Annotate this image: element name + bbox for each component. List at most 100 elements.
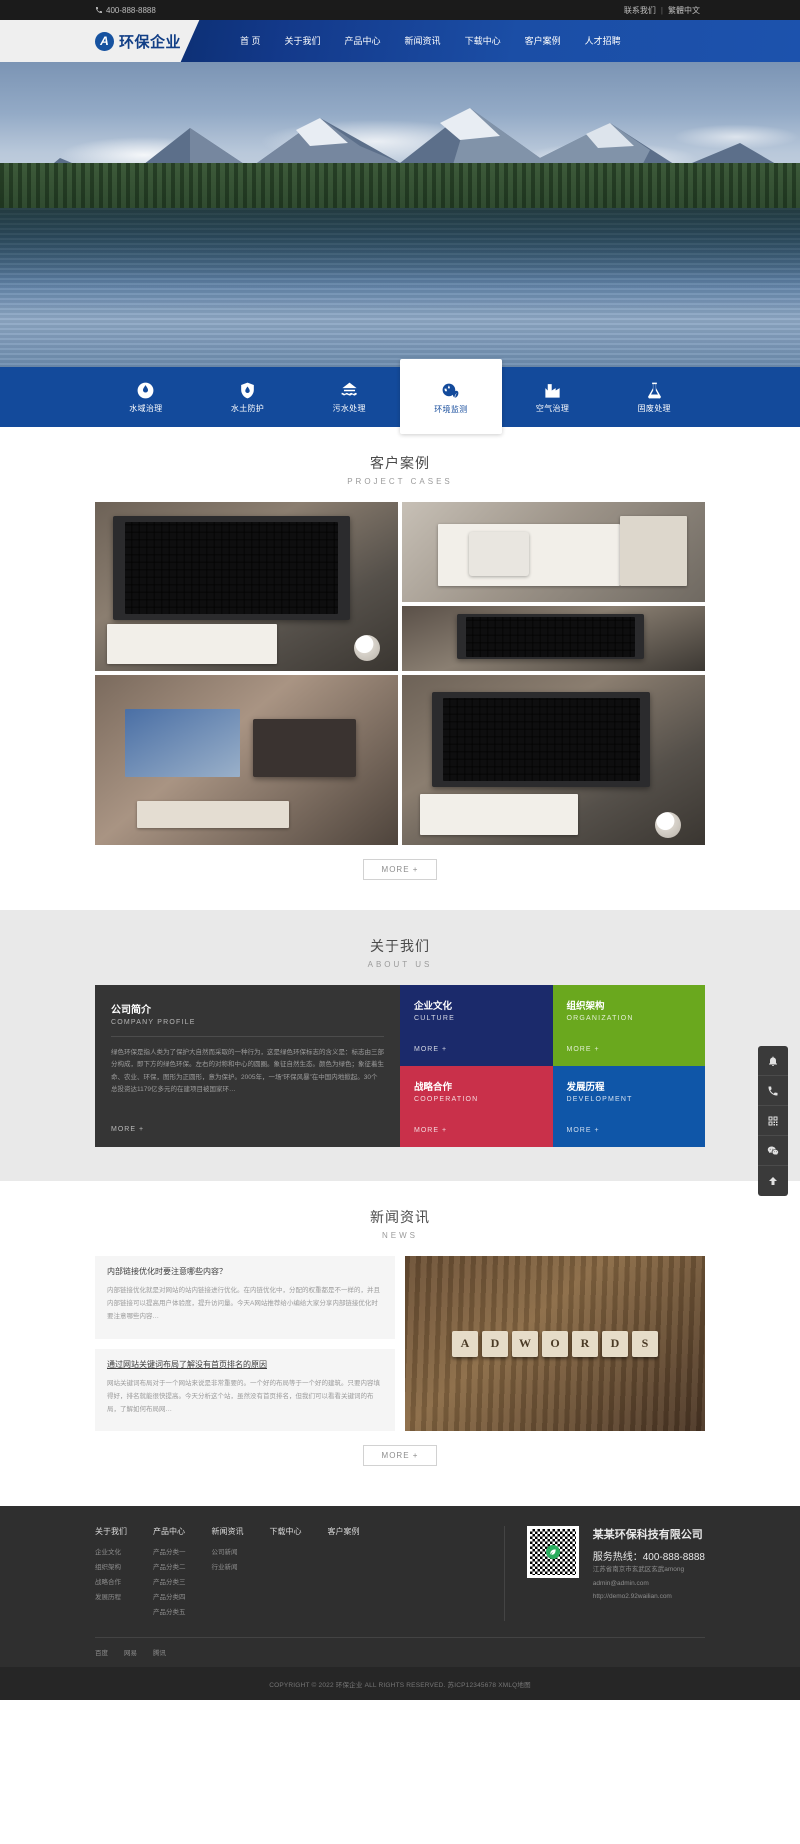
profile-more-button[interactable]: MORE +: [111, 1126, 384, 1147]
adwords-tiles: A D W O R D S: [452, 1330, 658, 1357]
footer-link[interactable]: 战略合作: [95, 1576, 127, 1591]
case-card-2[interactable]: [402, 502, 705, 602]
friend-link-netease[interactable]: 网易: [124, 1647, 137, 1657]
service-item-solid-waste[interactable]: 固废处理: [603, 367, 705, 427]
footer-column-heading[interactable]: 新闻资讯: [212, 1526, 244, 1537]
footer-contact-block: 某某环保科技有限公司 服务热线：400-888-8888 江苏省南京市玄武区玄武…: [503, 1526, 705, 1621]
globe-leaf-icon: [442, 383, 459, 398]
news-section-heading: 新闻资讯 NEWS: [0, 1181, 800, 1256]
case-card-3[interactable]: [402, 606, 705, 671]
nav-item-downloads[interactable]: 下载中心: [453, 20, 513, 62]
nav-item-news[interactable]: 新闻资讯: [393, 20, 453, 62]
footer-column-products: 产品中心 产品分类一 产品分类二 产品分类三 产品分类四 产品分类五: [153, 1526, 186, 1621]
nav-item-cases[interactable]: 客户案例: [513, 20, 573, 62]
footer-link[interactable]: 产品分类五: [153, 1606, 186, 1621]
news-item-summary: 内部链接优化就是对网站的站内链接进行优化。在内链优化中，分配的权重都是不一样的，…: [107, 1287, 380, 1320]
copyright-bar: COPYRIGHT © 2022 环保企业 ALL RIGHTS RESERVE…: [0, 1666, 800, 1700]
about-tile-culture[interactable]: 企业文化 CULTURE MORE +: [400, 985, 553, 1066]
about-section: 关于我们 ABOUT US 公司简介 COMPANY PROFILE 绿色环保是…: [0, 910, 800, 1181]
tile-more-button[interactable]: MORE +: [414, 1127, 539, 1134]
tile-more-button[interactable]: MORE +: [414, 1046, 539, 1053]
bell-icon: [769, 1056, 777, 1066]
footer-website[interactable]: http://demo2.92wailian.com: [593, 1590, 705, 1604]
footer-link[interactable]: 发展历程: [95, 1591, 127, 1606]
case-image-1: [95, 502, 398, 671]
service-label: 水域治理: [129, 403, 163, 413]
news-more-button[interactable]: MORE +: [362, 1445, 438, 1466]
about-tile-cooperation[interactable]: 战略合作 COOPERATION MORE +: [400, 1066, 553, 1147]
service-item-sewage-treatment[interactable]: 污水处理: [298, 367, 400, 427]
notice-button[interactable]: [758, 1046, 788, 1076]
footer-friend-links: 百度 网易 腾讯: [95, 1636, 705, 1667]
case-card-5[interactable]: [402, 675, 705, 845]
footer-column-heading[interactable]: 下载中心: [270, 1526, 302, 1537]
tile-title-en: CULTURE: [414, 1015, 455, 1022]
company-profile-card[interactable]: 公司简介 COMPANY PROFILE 绿色环保是指人类为了保护大自然而采取的…: [95, 985, 400, 1147]
footer-column-heading[interactable]: 产品中心: [153, 1526, 186, 1537]
service-label: 固废处理: [637, 403, 671, 413]
about-tile-development[interactable]: 发展历程 DEVELOPMENT MORE +: [552, 1066, 705, 1147]
profile-body: 绿色环保是指人类为了保护大自然而采取的一种行为，这是绿色环保标志的含义是：标志由…: [111, 1049, 384, 1094]
tile-title-en: DEVELOPMENT: [566, 1096, 633, 1103]
news-item-2[interactable]: 通过网站关键词布局了解没有首页排名的原因 网站关键词布局对于一个网站来说是非常重…: [95, 1348, 395, 1431]
back-to-top-button[interactable]: [758, 1166, 788, 1196]
nav-item-products[interactable]: 产品中心: [333, 20, 393, 62]
footer-link[interactable]: 产品分类四: [153, 1591, 186, 1606]
header-phone-number: 400-888-8888: [106, 5, 156, 15]
tile-more-button[interactable]: MORE +: [567, 1046, 692, 1053]
about-section-heading: 关于我们 ABOUT US: [0, 910, 800, 985]
footer-column-downloads: 下载中心: [270, 1526, 302, 1621]
footer-link[interactable]: 组织架构: [95, 1561, 127, 1576]
service-item-environment-monitoring[interactable]: 环境监测: [400, 359, 502, 434]
footer-link[interactable]: 公司新闻: [212, 1546, 244, 1561]
service-item-air-treatment[interactable]: 空气治理: [502, 367, 604, 427]
footer-link[interactable]: 行业新闻: [212, 1561, 244, 1576]
news-item-1[interactable]: 内部链接优化时要注意哪些内容？ 内部链接优化就是对网站的站内链接进行优化。在内链…: [95, 1256, 395, 1339]
footer-column-news: 新闻资讯 公司新闻 行业新闻: [212, 1526, 244, 1621]
letter-tile: O: [542, 1330, 568, 1357]
about-tile-organization[interactable]: 组织架构 ORGANIZATION MORE +: [552, 985, 705, 1066]
news-item-title: 通过网站关键词布局了解没有首页排名的原因: [107, 1359, 383, 1370]
case-card-1[interactable]: [95, 502, 398, 671]
service-item-soil-protection[interactable]: 水土防护: [197, 367, 299, 427]
language-switch-link[interactable]: 繁體中文: [668, 5, 700, 16]
site-logo[interactable]: A 环保企业: [95, 20, 181, 62]
qrcode-button[interactable]: [758, 1106, 788, 1136]
footer-company-name: 某某环保科技有限公司: [592, 1529, 703, 1541]
nav-item-home[interactable]: 首 页: [228, 20, 273, 62]
footer-email[interactable]: admin@admin.com: [593, 1577, 705, 1591]
qrcode-icon: [768, 1116, 778, 1125]
qr-center-logo: [545, 1545, 560, 1559]
footer-link-columns: 关于我们 企业文化 组织架构 战略合作 发展历程 产品中心 产品分类一 产品分类…: [95, 1526, 504, 1621]
cases-title-cn: 客户案例: [370, 455, 430, 471]
footer-link[interactable]: 产品分类三: [153, 1576, 186, 1591]
footer-column-cases: 客户案例: [328, 1526, 360, 1621]
footer-column-heading[interactable]: 客户案例: [328, 1526, 360, 1537]
profile-title-cn: 公司简介: [111, 1005, 151, 1016]
top-links: 联系我们 | 繁體中文: [624, 5, 700, 16]
footer-column-about: 关于我们 企业文化 组织架构 战略合作 发展历程: [95, 1526, 127, 1621]
footer-contact-info: 某某环保科技有限公司 服务热线：400-888-8888 江苏省南京市玄武区玄武…: [593, 1526, 705, 1604]
news-item-title[interactable]: 内部链接优化时要注意哪些内容？: [107, 1266, 383, 1277]
service-item-water-treatment[interactable]: 水域治理: [95, 367, 197, 427]
nav-item-jobs[interactable]: 人才招聘: [573, 20, 633, 62]
contact-us-link[interactable]: 联系我们: [624, 5, 656, 16]
tile-more-button[interactable]: MORE +: [567, 1127, 692, 1134]
footer-column-heading[interactable]: 关于我们: [95, 1526, 127, 1537]
friend-link-tencent[interactable]: 腾讯: [153, 1647, 166, 1657]
friend-link-baidu[interactable]: 百度: [95, 1647, 108, 1657]
news-feature-image[interactable]: A D W O R D S: [405, 1256, 705, 1431]
footer-link[interactable]: 产品分类二: [153, 1561, 186, 1576]
news-item-title-text[interactable]: 通过网站关键词布局了解没有首页排名的原因: [107, 1360, 267, 1369]
cases-more-button[interactable]: MORE +: [362, 859, 438, 880]
footer-link[interactable]: 企业文化: [95, 1546, 127, 1561]
wechat-qr-code[interactable]: [526, 1526, 579, 1578]
footer-link[interactable]: 产品分类一: [153, 1546, 186, 1561]
call-button[interactable]: [758, 1076, 788, 1106]
case-card-4[interactable]: [95, 675, 398, 845]
main-navigation[interactable]: 首 页 关于我们 产品中心 新闻资讯 下载中心 客户案例 人才招聘: [228, 20, 633, 62]
nav-item-about[interactable]: 关于我们: [273, 20, 333, 62]
tile-title-cn: 发展历程: [566, 1082, 605, 1093]
wechat-button[interactable]: [758, 1136, 788, 1166]
site-footer: 关于我们 企业文化 组织架构 战略合作 发展历程 产品中心 产品分类一 产品分类…: [0, 1506, 800, 1700]
